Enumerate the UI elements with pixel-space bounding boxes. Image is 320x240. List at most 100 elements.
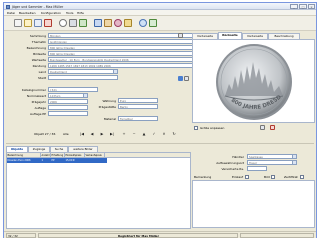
waehrung-field[interactable]: Euro [118, 98, 158, 103]
tab-rueckseite[interactable]: Rückseite [218, 32, 242, 39]
form-label: Katalognummer [21, 88, 46, 92]
form-field[interactable]: Münzen [48, 33, 208, 38]
form-field[interactable]: 800 Jahre Dresden [48, 51, 208, 56]
bild-checkbox[interactable] [271, 174, 275, 179]
coin-image-view[interactable]: 800 JAHRE DRESDEN [191, 36, 315, 123]
map-icon[interactable] [184, 76, 189, 81]
help-icon[interactable] [139, 19, 147, 27]
form-label: Bildseite [33, 52, 46, 56]
notes-textarea[interactable] [192, 180, 315, 228]
close-button[interactable]: × [308, 4, 315, 9]
form-field-value: Münzen [50, 34, 61, 38]
waehrung-label: Währung [102, 99, 116, 103]
objects-grid[interactable]: Bezeichnung Anzahl Erhaltung Einkaufspre… [6, 152, 191, 229]
menu-konfiguration[interactable]: Konfiguration [41, 11, 61, 15]
bemerkung-label: Bemerkung [194, 174, 212, 179]
object-form: Sammlung Münzen Thematik Goldmünzen Bezeichn… [6, 33, 208, 143]
menu-datei[interactable]: Datei [7, 11, 15, 15]
load-image-icon[interactable] [260, 125, 265, 130]
form-field[interactable] [48, 75, 118, 80]
panel-divider[interactable] [6, 143, 314, 144]
title-bar[interactable]: Jäger und Sammler - Max Müller _ □ × [4, 3, 316, 10]
zertifikat-checkbox[interactable] [300, 174, 304, 179]
app-window: Jäger und Sammler - Max Müller _ □ × Dat… [3, 2, 317, 238]
prev-record-button[interactable]: ◀ [89, 131, 95, 137]
material-label: Material [103, 117, 116, 121]
minimize-button[interactable]: _ [290, 4, 298, 9]
search-icon[interactable] [59, 19, 67, 27]
image-icon[interactable] [104, 19, 112, 27]
menu-hilfe[interactable]: Hilfe [77, 11, 84, 15]
delete-record-button[interactable]: − [131, 131, 137, 137]
haendler-label: Händler [232, 155, 244, 159]
chevron-down-icon[interactable] [292, 155, 296, 158]
toolbar [4, 16, 316, 31]
users-icon[interactable] [94, 19, 102, 27]
form-field[interactable]: 2006 [48, 99, 88, 104]
form-field[interactable]: 800 Jahre Dresden [48, 45, 208, 50]
form-label: Wertseite [31, 58, 46, 62]
form-label: Nominalwert [26, 94, 46, 98]
image-panel: Vorderseite Rückseite Vorderseite Beschr… [191, 32, 315, 141]
form-field[interactable] [48, 105, 88, 110]
remove-image-icon[interactable] [270, 125, 275, 130]
pick-icon[interactable] [178, 33, 183, 38]
add-record-button[interactable]: + [121, 131, 127, 137]
details-panel: Händler Sparkasse Aufbewahrungsort Treso… [192, 146, 315, 229]
form-label: Stadt [38, 76, 46, 80]
form-label: Sammlung [29, 34, 46, 38]
form-field-value: 10 Euro [50, 94, 61, 98]
new-icon[interactable] [14, 19, 22, 27]
versichert-label: Versicherte Rs. [221, 167, 244, 171]
home-icon[interactable] [149, 19, 157, 27]
chevron-down-icon[interactable] [83, 94, 87, 97]
first-record-button[interactable]: |◀ [79, 131, 85, 137]
versichert-field[interactable] [247, 166, 267, 171]
form-label: Bezeichnung [26, 46, 46, 50]
form-field-value: Bundesadler · 10 Euro · Bundesrepublik D… [50, 58, 129, 62]
form-field[interactable]: 1206 1485 1547 1697 1813 1849 1989 2006 [48, 63, 208, 68]
material-field[interactable]: Feinsilber [118, 116, 158, 121]
form-field[interactable]: Bundesadler · 10 Euro · Bundesrepublik D… [48, 57, 208, 62]
record-navigator: Objekt 27 / 36 Alle |◀ ◀ ▶ ▶| + − ▲ ✓ ✕ … [6, 130, 191, 138]
next-record-button[interactable]: ▶ [99, 131, 105, 137]
copy-icon[interactable] [34, 19, 42, 27]
form-field[interactable]: Goldmünzen [48, 39, 208, 44]
cell-bezeichnung: Dresden Euro 2006 [7, 159, 31, 162]
edit-record-button[interactable]: ▲ [141, 131, 147, 137]
delete-icon[interactable] [44, 19, 52, 27]
refresh-record-button[interactable]: ↻ [171, 131, 177, 137]
chevron-down-icon[interactable] [113, 70, 117, 73]
form-field[interactable] [48, 111, 88, 116]
print-icon[interactable] [69, 19, 77, 27]
status-extra [240, 233, 314, 238]
menu-tools[interactable]: Tools [66, 11, 73, 15]
form-field-value: Deutschland [50, 70, 67, 74]
chart-icon[interactable] [124, 19, 132, 27]
maximize-button[interactable]: □ [299, 4, 307, 9]
menu-bearbeiten[interactable]: Bearbeiten [19, 11, 35, 15]
record-filter: Alle [63, 131, 69, 136]
zoom-checkbox[interactable] [194, 126, 198, 130]
aufbewahrungsort-field[interactable]: Tresor [247, 160, 297, 165]
chevron-down-icon[interactable] [292, 161, 296, 164]
status-registration: Registriert für Max Müller [38, 233, 238, 238]
edit-icon[interactable] [24, 19, 32, 27]
coin-icon[interactable] [114, 19, 122, 27]
haendler-field[interactable]: Sparkasse [247, 154, 297, 159]
zertifikat-label: Zertifikat [284, 174, 298, 179]
table-row[interactable]: Dresden Euro 2006 1 PP 15,00 € [7, 158, 107, 163]
export-icon[interactable] [79, 19, 87, 27]
einkauf-checkbox[interactable] [245, 174, 249, 179]
form-field[interactable]: 10 Euro [48, 93, 88, 98]
praegestaette-field[interactable]: Berlin [118, 104, 158, 109]
form-field[interactable]: J 521 [48, 87, 98, 92]
globe-icon[interactable] [178, 76, 183, 81]
form-field[interactable]: Deutschland [48, 69, 118, 74]
objects-list: Objekte Zugänge Suche weitere Bilder Bez… [6, 146, 191, 229]
einkauf-label: Einkauf [232, 174, 244, 179]
cancel-record-button[interactable]: ✕ [161, 131, 167, 137]
save-record-button[interactable]: ✓ [151, 131, 157, 137]
cell-einkaufspreis: 15,00 € [65, 159, 75, 162]
last-record-button[interactable]: ▶| [109, 131, 115, 137]
